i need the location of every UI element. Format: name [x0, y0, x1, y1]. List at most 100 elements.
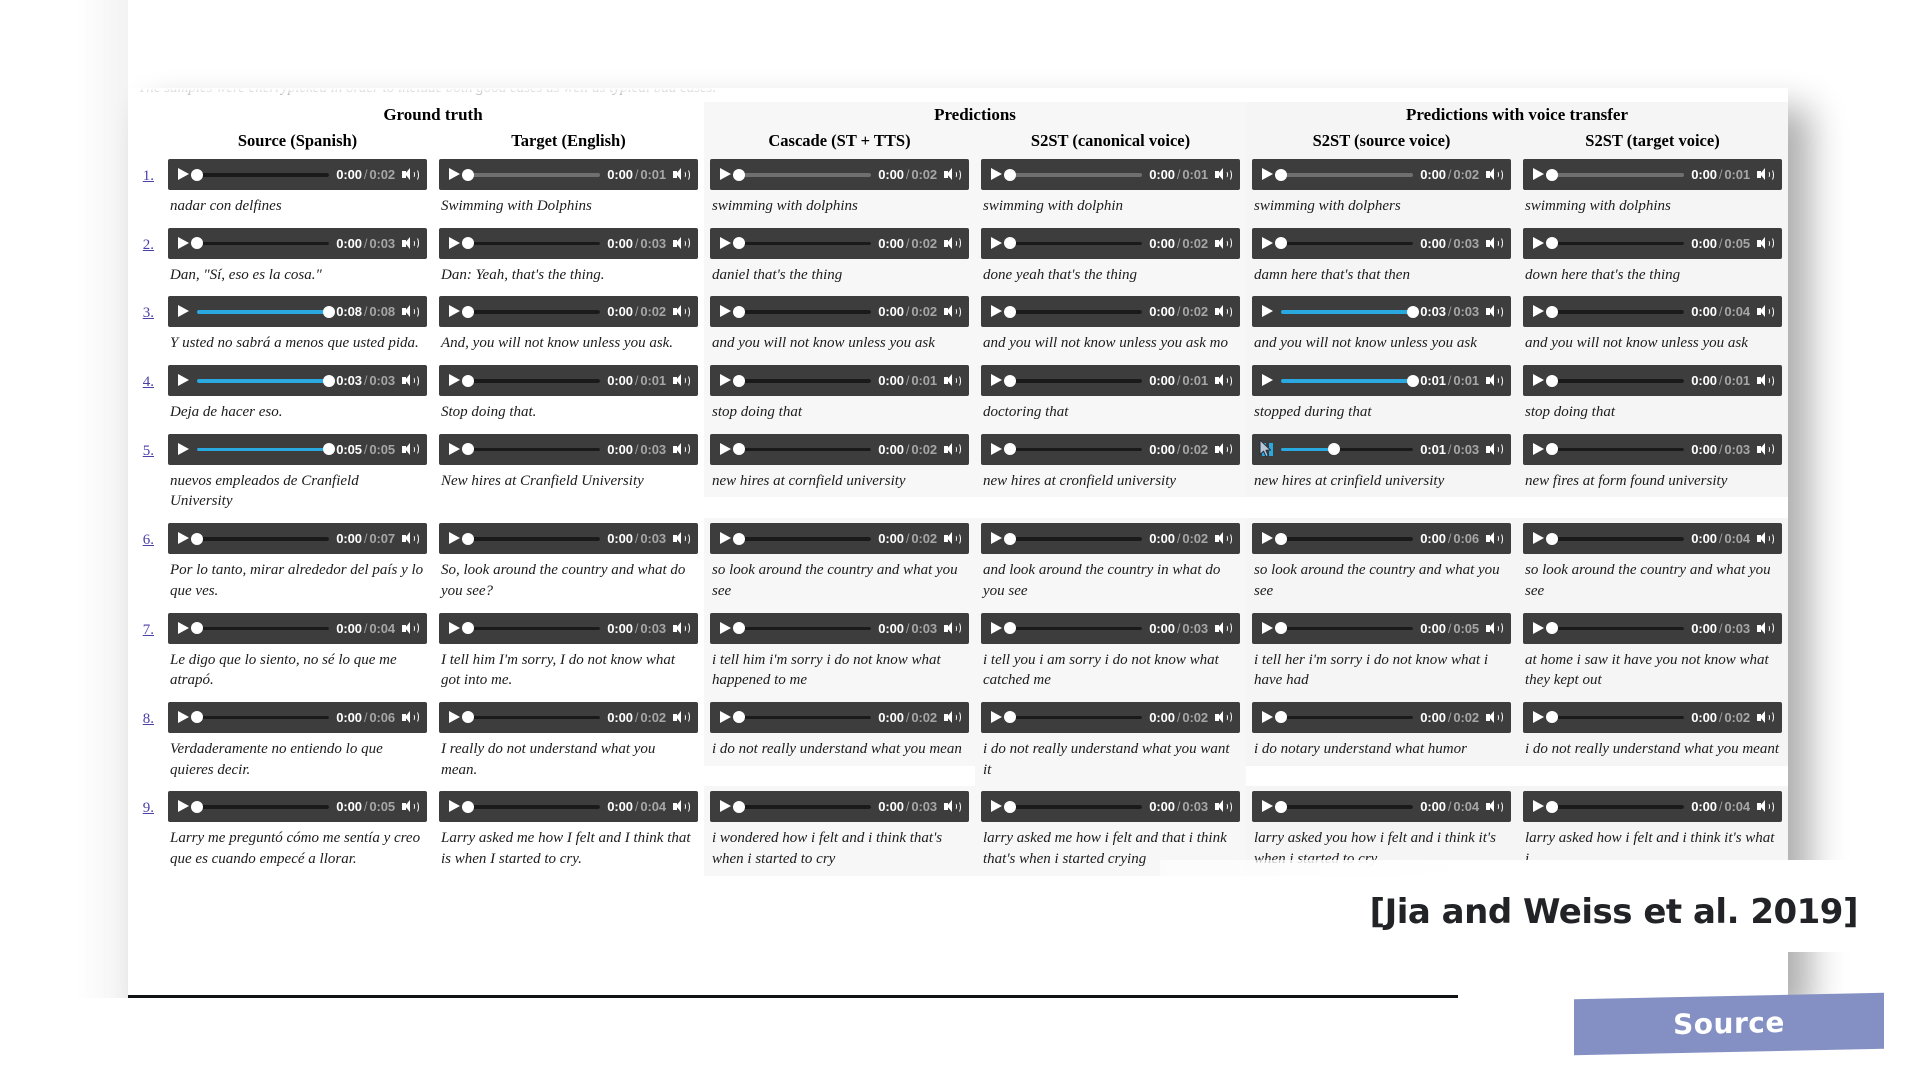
play-icon[interactable]: [177, 304, 190, 319]
progress-slider[interactable]: [733, 236, 872, 251]
slider-handle[interactable]: [1546, 443, 1558, 456]
progress-slider[interactable]: [191, 236, 330, 251]
progress-slider[interactable]: [462, 799, 601, 814]
audio-player[interactable]: 0:00/0:02: [710, 227, 969, 259]
progress-slider[interactable]: [1546, 621, 1685, 636]
slider-handle[interactable]: [733, 711, 745, 724]
volume-icon[interactable]: [1486, 373, 1503, 388]
volume-icon[interactable]: [1486, 304, 1503, 319]
progress-slider[interactable]: [1275, 236, 1414, 251]
progress-slider[interactable]: [191, 710, 330, 725]
progress-slider[interactable]: [197, 442, 336, 457]
row-index-link[interactable]: 3.: [128, 291, 162, 322]
audio-player[interactable]: 0:00/0:06: [168, 701, 427, 733]
play-icon[interactable]: [1261, 531, 1274, 546]
audio-player[interactable]: 0:00/0:03: [439, 523, 698, 555]
audio-player[interactable]: 0:00/0:02: [981, 296, 1240, 328]
volume-icon[interactable]: [673, 710, 690, 725]
play-icon[interactable]: [448, 621, 461, 636]
play-icon[interactable]: [1261, 799, 1274, 814]
audio-player[interactable]: 0:00/0:06: [1252, 523, 1511, 555]
progress-slider[interactable]: [1275, 621, 1414, 636]
volume-icon[interactable]: [1215, 373, 1232, 388]
volume-icon[interactable]: [402, 710, 419, 725]
play-icon[interactable]: [1261, 710, 1274, 725]
row-index-link[interactable]: 8.: [128, 697, 162, 728]
audio-player[interactable]: 0:00/0:04: [1252, 791, 1511, 823]
progress-slider[interactable]: [733, 621, 872, 636]
audio-player[interactable]: 0:00/0:02: [1252, 159, 1511, 190]
slider-handle[interactable]: [1546, 168, 1558, 181]
play-icon[interactable]: [177, 621, 190, 636]
slider-handle[interactable]: [462, 374, 474, 387]
slider-handle[interactable]: [462, 237, 474, 250]
slider-handle[interactable]: [1004, 800, 1016, 813]
slider-handle[interactable]: [733, 237, 745, 250]
audio-player[interactable]: 0:00/0:02: [710, 296, 969, 328]
progress-slider[interactable]: [1546, 304, 1685, 319]
volume-icon[interactable]: [1486, 442, 1503, 457]
slider-handle[interactable]: [1546, 237, 1558, 250]
progress-slider[interactable]: [1275, 710, 1414, 725]
audio-player[interactable]: 0:00/0:02: [1523, 701, 1782, 733]
progress-slider[interactable]: [1546, 710, 1685, 725]
volume-icon[interactable]: [1215, 236, 1232, 251]
audio-player[interactable]: 0:00/0:01: [981, 159, 1240, 190]
volume-icon[interactable]: [402, 799, 419, 814]
slider-handle[interactable]: [1546, 532, 1558, 545]
slider-handle[interactable]: [462, 532, 474, 545]
slider-handle[interactable]: [1546, 711, 1558, 724]
slider-handle[interactable]: [323, 374, 336, 387]
volume-icon[interactable]: [1486, 167, 1503, 182]
slider-handle[interactable]: [733, 800, 745, 813]
volume-icon[interactable]: [1486, 799, 1503, 814]
audio-player[interactable]: 0:00/0:05: [168, 791, 427, 823]
progress-slider[interactable]: [1275, 799, 1414, 814]
audio-player[interactable]: 0:00/0:03: [1523, 433, 1782, 465]
slider-handle[interactable]: [1546, 622, 1558, 634]
play-icon[interactable]: [990, 531, 1003, 546]
audio-player[interactable]: 0:00/0:01: [1523, 365, 1782, 397]
audio-player[interactable]: 0:00/0:03: [439, 612, 698, 644]
volume-icon[interactable]: [673, 531, 690, 546]
slider-handle[interactable]: [1327, 443, 1340, 456]
volume-icon[interactable]: [1215, 621, 1232, 636]
progress-slider[interactable]: [1275, 167, 1414, 182]
slider-handle[interactable]: [733, 622, 745, 634]
audio-player[interactable]: 0:00/0:03: [168, 227, 427, 259]
volume-icon[interactable]: [1215, 799, 1232, 814]
volume-icon[interactable]: [1757, 304, 1774, 319]
progress-slider[interactable]: [733, 167, 872, 182]
audio-player[interactable]: 0:00/0:05: [1252, 612, 1511, 644]
progress-slider[interactable]: [733, 304, 872, 319]
audio-player[interactable]: 0:01/0:01: [1252, 365, 1511, 397]
volume-icon[interactable]: [402, 621, 419, 636]
volume-icon[interactable]: [1486, 236, 1503, 251]
volume-icon[interactable]: [944, 167, 961, 182]
progress-slider[interactable]: [197, 373, 336, 388]
slider-handle[interactable]: [1275, 532, 1287, 545]
progress-slider[interactable]: [733, 373, 872, 388]
play-icon[interactable]: [448, 710, 461, 725]
volume-icon[interactable]: [673, 442, 690, 457]
volume-icon[interactable]: [1757, 373, 1774, 388]
progress-slider[interactable]: [462, 710, 601, 725]
audio-player[interactable]: 0:01/0:03: [1252, 433, 1511, 465]
slider-handle[interactable]: [1546, 374, 1558, 387]
audio-player[interactable]: 0:00/0:07: [168, 523, 427, 555]
play-icon[interactable]: [1532, 621, 1545, 636]
volume-icon[interactable]: [1486, 621, 1503, 636]
play-icon[interactable]: [990, 304, 1003, 319]
slider-handle[interactable]: [733, 443, 745, 456]
play-icon[interactable]: [719, 442, 732, 457]
audio-player[interactable]: 0:00/0:04: [439, 791, 698, 823]
progress-slider[interactable]: [1546, 167, 1685, 182]
slider-handle[interactable]: [1004, 374, 1016, 387]
slider-handle[interactable]: [1275, 711, 1287, 724]
row-index-link[interactable]: 9.: [128, 786, 162, 817]
volume-icon[interactable]: [1757, 236, 1774, 251]
slider-handle[interactable]: [733, 168, 745, 181]
audio-player[interactable]: 0:00/0:03: [439, 227, 698, 259]
audio-player[interactable]: 0:00/0:03: [981, 612, 1240, 644]
slider-handle[interactable]: [1004, 532, 1016, 545]
